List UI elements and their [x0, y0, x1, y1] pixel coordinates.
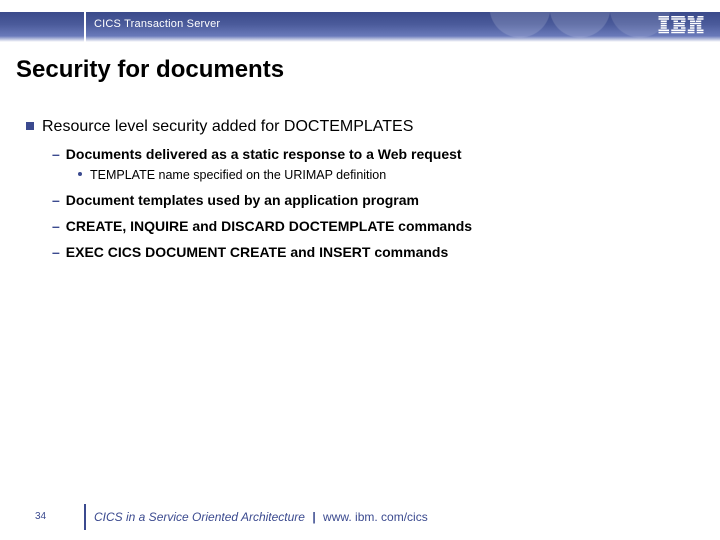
bullet-level2: –EXEC CICS DOCUMENT CREATE and INSERT co…	[52, 244, 700, 260]
dash-bullet-icon: –	[52, 146, 60, 162]
dash-bullet-icon: –	[52, 218, 60, 234]
bullet-level2: –Documents delivered as a static respons…	[52, 146, 700, 162]
footer-divider	[84, 504, 86, 530]
page-number: 34	[35, 511, 46, 522]
bullet-text: TEMPLATE name specified on the URIMAP de…	[90, 168, 386, 182]
footer-url: www. ibm. com/cics	[323, 510, 428, 524]
bullet-level1: Resource level security added for DOCTEM…	[26, 118, 700, 136]
dot-bullet-icon	[78, 172, 82, 176]
bullet-level2: –Document templates used by an applicati…	[52, 192, 700, 208]
bullet-text: Resource level security added for DOCTEM…	[42, 118, 413, 135]
bullet-text: Documents delivered as a static response…	[66, 146, 462, 162]
bullet-level3: TEMPLATE name specified on the URIMAP de…	[78, 168, 700, 182]
footer-text: CICS in a Service Oriented Architecture …	[94, 510, 428, 524]
dash-bullet-icon: –	[52, 244, 60, 260]
square-bullet-icon	[26, 122, 34, 130]
header-band: CICS Transaction Server	[0, 12, 720, 42]
slide-title: Security for documents	[16, 56, 284, 84]
bullet-level2: –CREATE, INQUIRE and DISCARD DOCTEMPLATE…	[52, 218, 700, 234]
dash-bullet-icon: –	[52, 192, 60, 208]
content-body: Resource level security added for DOCTEM…	[26, 104, 700, 264]
header-product-title: CICS Transaction Server	[94, 18, 220, 30]
bullet-text: EXEC CICS DOCUMENT CREATE and INSERT com…	[66, 244, 448, 260]
bullet-text: Document templates used by an applicatio…	[66, 192, 419, 208]
footer-tagline: CICS in a Service Oriented Architecture	[94, 510, 305, 524]
header-divider	[84, 12, 86, 42]
bullet-text: CREATE, INQUIRE and DISCARD DOCTEMPLATE …	[66, 218, 472, 234]
footer-separator-icon: |	[312, 510, 315, 524]
ibm-logo-icon	[658, 16, 704, 34]
